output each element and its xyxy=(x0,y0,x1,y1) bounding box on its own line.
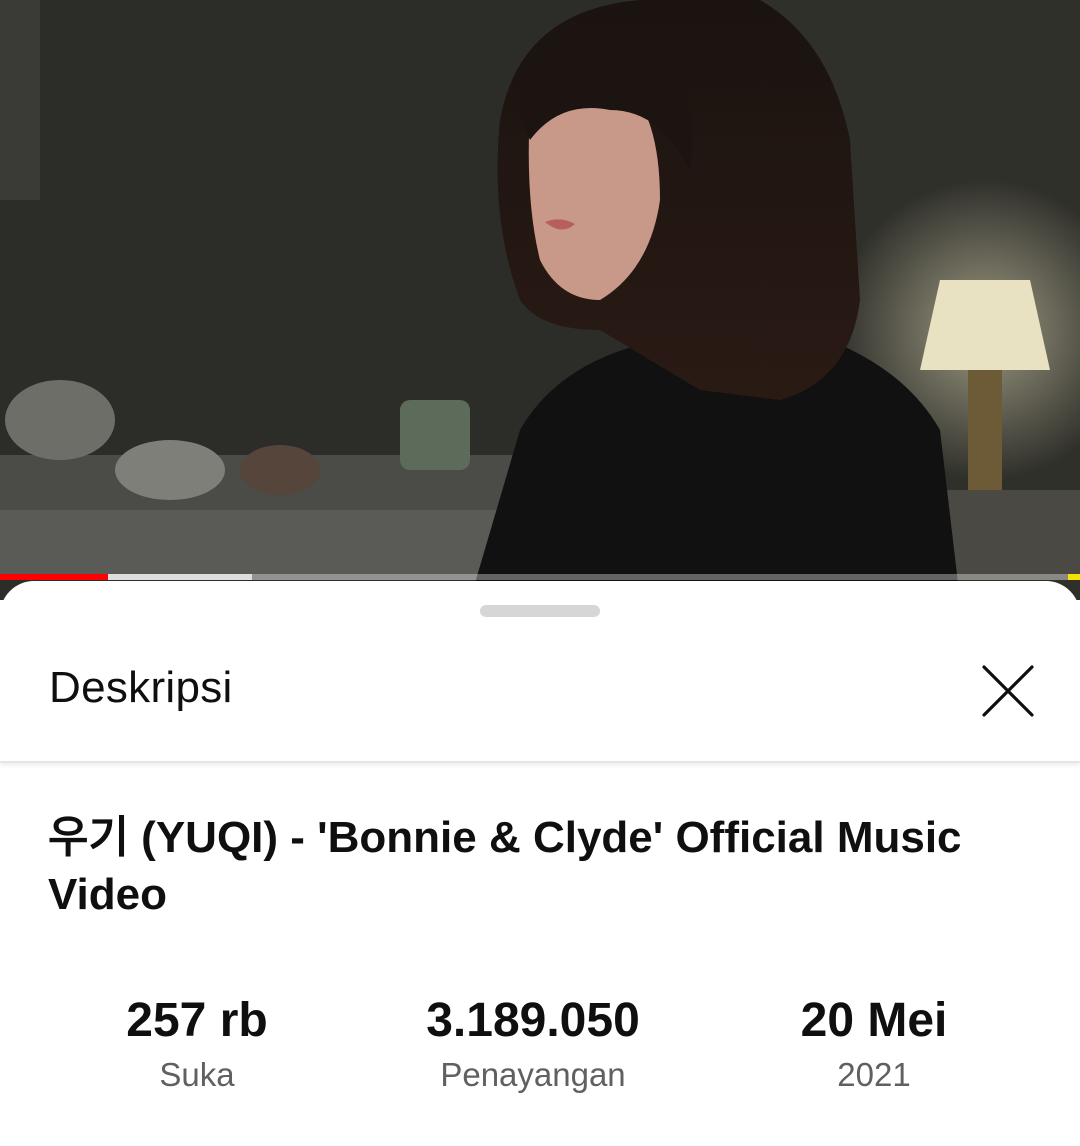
sheet-header: Deskripsi xyxy=(0,631,1080,763)
video-stats: 257 rb Suka 3.189.050 Penayangan 20 Mei … xyxy=(0,991,1080,1111)
video-frame-image xyxy=(0,0,1080,600)
description-sheet: Deskripsi 우기 (YUQI) - 'Bonnie & Clyde' O… xyxy=(0,581,1080,1146)
sheet-title: Deskripsi xyxy=(49,663,233,712)
upload-year: 2021 xyxy=(837,1056,911,1093)
stat-likes: 257 rb Suka xyxy=(37,991,357,1097)
video-progress-bar[interactable] xyxy=(0,574,1080,580)
progress-end-marker xyxy=(1068,574,1080,580)
video-player[interactable] xyxy=(0,0,1080,600)
stat-date: 20 Mei 2021 xyxy=(714,991,1034,1097)
video-title: 우기 (YUQI) - 'Bonnie & Clyde' Official Mu… xyxy=(48,813,962,919)
close-button[interactable] xyxy=(968,653,1048,733)
close-icon xyxy=(982,665,1034,717)
screen: Deskripsi 우기 (YUQI) - 'Bonnie & Clyde' O… xyxy=(0,0,1080,1146)
stat-views: 3.189.050 Penayangan xyxy=(373,991,693,1097)
upload-date: 20 Mei xyxy=(800,994,948,1047)
likes-count: 257 rb xyxy=(126,994,268,1047)
likes-label: Suka xyxy=(159,1056,235,1093)
views-count: 3.189.050 xyxy=(426,994,640,1047)
sheet-drag-handle[interactable] xyxy=(480,605,600,617)
views-label: Penayangan xyxy=(440,1056,626,1093)
progress-played xyxy=(0,574,108,580)
